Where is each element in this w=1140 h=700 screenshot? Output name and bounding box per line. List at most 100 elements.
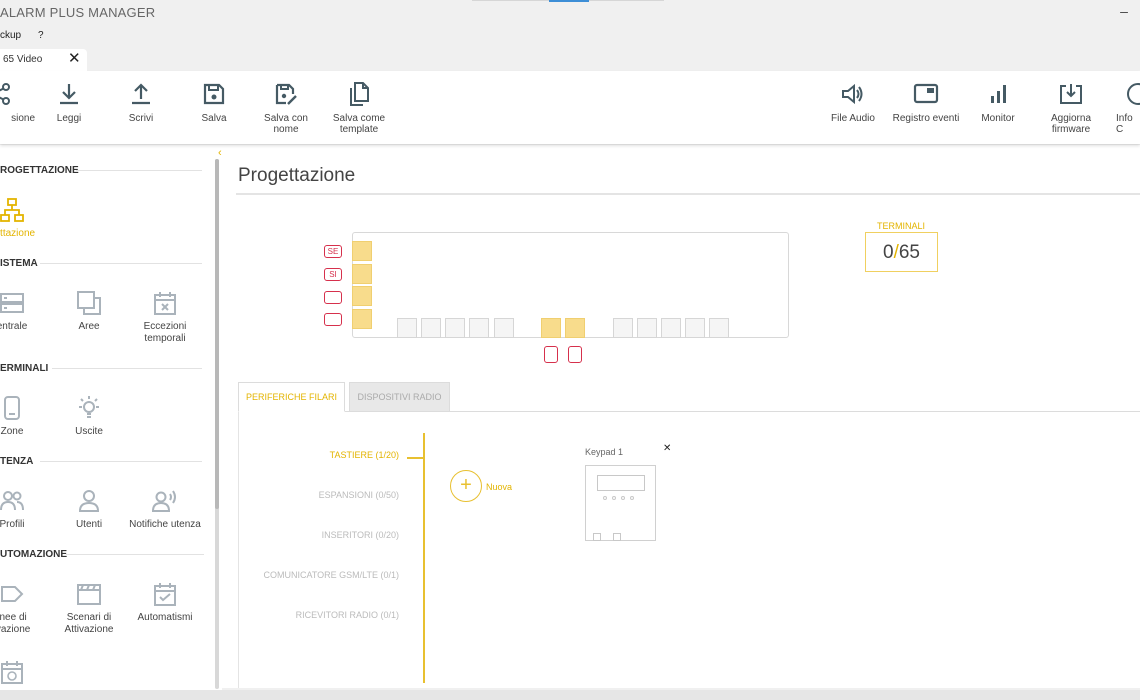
menu-help[interactable]: ?: [38, 30, 44, 41]
board-slot[interactable]: [565, 318, 585, 338]
category-inseritori[interactable]: INSERITORI (0/20): [322, 530, 399, 540]
board-slot[interactable]: [421, 318, 441, 338]
board-slot[interactable]: [685, 318, 705, 338]
category-tastiere[interactable]: TASTIERE (1/20): [330, 450, 399, 460]
category-divider: [423, 433, 425, 683]
menu-backup[interactable]: ckup: [0, 30, 21, 41]
category-espansioni[interactable]: ESPANSIONI (0/50): [319, 490, 399, 500]
divider: [40, 461, 202, 462]
sidebar-item-label: Scenari di Attivazione: [64, 612, 114, 635]
board-slot[interactable]: [541, 318, 561, 338]
file-audio-label: File Audio: [831, 113, 875, 124]
sidebar-item-centrale[interactable]: entrale: [0, 290, 52, 333]
calendar-check-icon: [154, 583, 176, 606]
terminals-counter: 0/65: [865, 232, 938, 272]
firmware-icon: [1060, 84, 1082, 104]
sidebar-item-automatismi[interactable]: Automatismi: [125, 581, 205, 624]
tab-dispositivi-radio[interactable]: DISPOSITIVI RADIO: [349, 382, 450, 412]
document-tab-label: 65 Video: [3, 54, 43, 65]
sidebar-item-aree[interactable]: Aree: [49, 290, 129, 333]
board-slot[interactable]: [352, 241, 372, 261]
sidebar-item-notifiche-utenza[interactable]: Notifiche utenza: [125, 488, 205, 531]
sidebar-item-profili[interactable]: Profili: [0, 488, 52, 531]
keypad-key: [630, 496, 634, 500]
board-tag-se[interactable]: SE: [324, 245, 342, 258]
sidebar-item-zone[interactable]: Zone: [0, 395, 52, 438]
upload-icon: [132, 83, 150, 105]
close-icon[interactable]: ✕: [68, 51, 81, 67]
calendar-x-icon: [154, 292, 176, 315]
window-top-strip-accent: [549, 0, 589, 2]
board-slot[interactable]: [637, 318, 657, 338]
board-tag-4[interactable]: [324, 313, 342, 326]
board-slot[interactable]: [709, 318, 729, 338]
sidebar-item-label: Aree: [78, 321, 100, 332]
tag-icon: [1, 586, 24, 602]
content-panel: Progettazione TERMINALI 0/65 SE SI PERIF…: [222, 145, 1140, 688]
keypad-key: [603, 496, 607, 500]
board-slot[interactable]: [352, 309, 372, 329]
section-automazione: UTOMAZIONE: [0, 549, 68, 560]
board-slot[interactable]: [352, 264, 372, 284]
aggiorna-firmware-button[interactable]: Aggiorna firmware: [1036, 81, 1106, 135]
info-button[interactable]: Info C: [1106, 81, 1140, 135]
plus-icon: +: [450, 470, 482, 502]
registro-eventi-button[interactable]: Registro eventi: [891, 81, 961, 124]
salva-label: Salva: [201, 113, 227, 124]
sidebar-item-label: inee di ivazione: [0, 612, 31, 635]
board-port[interactable]: [544, 346, 558, 363]
sidebar-item-uscite[interactable]: Uscite: [49, 395, 129, 438]
board-slot[interactable]: [352, 286, 372, 306]
sidebar-item-linee-di-attivazione[interactable]: inee di ivazione: [0, 581, 52, 636]
sidebar-item-eccezioni-temporali[interactable]: Eccezioni temporali: [125, 290, 205, 345]
board-port[interactable]: [568, 346, 582, 363]
save-icon: [203, 83, 225, 105]
speaker-icon: [842, 83, 863, 105]
sidebar-item-label: Notifiche utenza: [129, 519, 201, 530]
board-slot[interactable]: [661, 318, 681, 338]
bulb-icon: [79, 396, 99, 418]
registro-eventi-label: Registro eventi: [892, 113, 960, 124]
leggi-button[interactable]: Leggi: [34, 81, 104, 124]
salva-con-nome-button[interactable]: Salva con nome: [251, 81, 321, 135]
keypad-key: [612, 496, 616, 500]
save-edit-icon: [275, 83, 297, 105]
sidebar-item-calendar[interactable]: [0, 659, 52, 690]
sidebar-item-progettazione[interactable]: gettazione: [0, 197, 52, 240]
keypad-device[interactable]: [585, 465, 656, 541]
board-tag-si[interactable]: SI: [324, 268, 342, 281]
category-ricevitori-radio[interactable]: RICEVITORI RADIO (0/1): [296, 610, 399, 620]
board-slot[interactable]: [613, 318, 633, 338]
calendar-clock-icon: [1, 661, 23, 684]
tab-periferiche-filari[interactable]: PERIFERICHE FILARI: [238, 382, 345, 412]
sidebar-item-label: Automatismi: [137, 612, 193, 623]
board-slot[interactable]: [469, 318, 489, 338]
category-comunicatore[interactable]: COMUNICATORE GSM/LTE (0/1): [263, 570, 399, 580]
remove-device-icon[interactable]: ✕: [663, 443, 671, 454]
salva-con-nome-label: Salva con nome: [264, 113, 308, 135]
connessione-button[interactable]: sione: [0, 81, 35, 124]
minimize-button[interactable]: –: [1117, 3, 1131, 19]
page-title: Progettazione: [238, 165, 356, 186]
scrivi-button[interactable]: Scrivi: [106, 81, 176, 124]
board-slot[interactable]: [494, 318, 514, 338]
bar-chart-icon: [991, 85, 1006, 103]
sidebar-scrollbar-thumb[interactable]: [215, 159, 219, 509]
salva-button[interactable]: Salva: [179, 81, 249, 124]
divider: [52, 368, 202, 369]
board-slot[interactable]: [445, 318, 465, 338]
keypad-foot: [613, 533, 621, 541]
monitor-button[interactable]: Monitor: [963, 81, 1033, 124]
info-label: Info C: [1116, 113, 1133, 135]
sidebar-item-label: gettazione: [0, 228, 36, 239]
clapper-icon: [77, 584, 101, 605]
board-slot[interactable]: [397, 318, 417, 338]
tab-body-border: [238, 411, 239, 688]
sidebar-item-scenari-di-attivazione[interactable]: Scenari di Attivazione: [49, 581, 129, 636]
salva-template-button[interactable]: Salva come template: [324, 81, 394, 135]
sidebar-item-utenti[interactable]: Utenti: [49, 488, 129, 531]
sensor-icon: [4, 396, 20, 420]
file-audio-button[interactable]: File Audio: [818, 81, 888, 124]
board-tag-3[interactable]: [324, 291, 342, 304]
document-tab[interactable]: 65 Video ✕: [0, 49, 87, 71]
